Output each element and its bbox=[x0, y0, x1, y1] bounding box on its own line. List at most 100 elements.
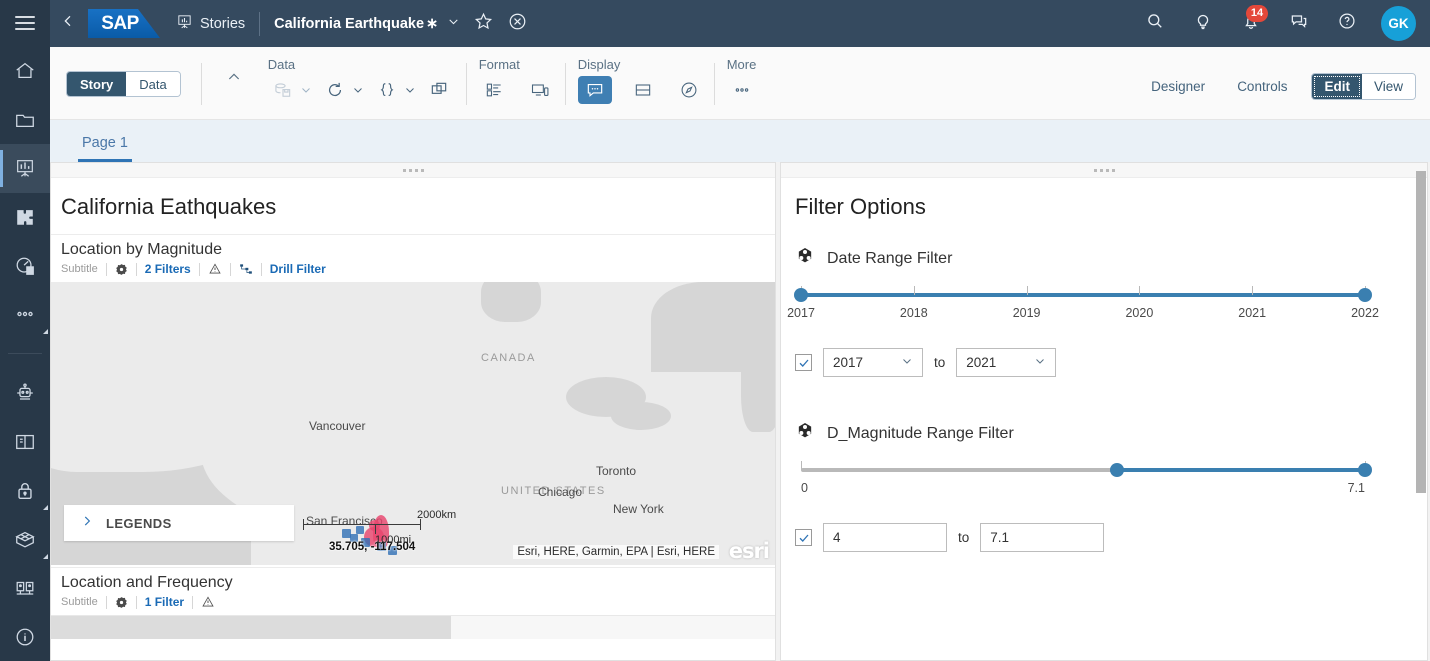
toolbar-divider-2 bbox=[466, 63, 467, 105]
split-view-icon[interactable] bbox=[628, 76, 658, 104]
more-actions-icon[interactable] bbox=[727, 76, 757, 104]
story-title-breadcrumb[interactable]: California Earthquake ∗ bbox=[274, 15, 460, 32]
magnitude-to-input[interactable]: 7.1 bbox=[980, 523, 1104, 552]
dimension-icon bbox=[795, 246, 815, 271]
presentation-board-icon bbox=[176, 13, 193, 34]
map-label-canada: CANADA bbox=[481, 352, 536, 364]
rail-item-content-library[interactable] bbox=[0, 418, 50, 467]
designer-button[interactable]: Designer bbox=[1135, 79, 1221, 94]
sap-logo[interactable]: SAP bbox=[88, 9, 160, 38]
comments-icon[interactable] bbox=[578, 76, 612, 104]
slider-handle-max[interactable] bbox=[1358, 288, 1372, 302]
meta-divider bbox=[230, 263, 231, 276]
back-button[interactable] bbox=[50, 13, 86, 34]
refresh-icon[interactable] bbox=[320, 76, 350, 104]
insights-button[interactable] bbox=[1179, 0, 1227, 47]
toolbar-group-format: Format bbox=[479, 47, 555, 104]
sap-logo-text: SAP bbox=[101, 13, 139, 35]
dimension-icon bbox=[795, 421, 815, 446]
collapse-toolbar-button[interactable] bbox=[220, 69, 248, 90]
mode-switch[interactable]: Story Data bbox=[66, 71, 181, 97]
edit-view-switch[interactable]: Edit View bbox=[1311, 73, 1416, 100]
open-book-icon bbox=[14, 431, 36, 453]
meta-divider bbox=[199, 263, 200, 276]
save-data-chevron-down-icon[interactable] bbox=[300, 84, 312, 96]
filter-date-range: Date Range Filter bbox=[795, 246, 1427, 377]
tab-page-1[interactable]: Page 1 bbox=[78, 135, 132, 162]
meta-divider bbox=[136, 596, 137, 609]
date-to-dropdown[interactable]: 2021 bbox=[956, 348, 1056, 377]
mode-story-button[interactable]: Story bbox=[67, 72, 126, 96]
meta-divider bbox=[261, 263, 262, 276]
warning-icon[interactable] bbox=[201, 595, 215, 609]
notifications-button[interactable]: 14 bbox=[1227, 0, 1275, 47]
hamburger-menu-icon[interactable] bbox=[0, 0, 50, 47]
magnitude-range-checkbox[interactable] bbox=[795, 529, 812, 546]
rail-item-more[interactable] bbox=[0, 290, 50, 339]
panel-drag-handle[interactable] bbox=[51, 163, 775, 178]
widget-settings-icon[interactable] bbox=[115, 596, 128, 609]
styling-panel-icon[interactable] bbox=[479, 76, 509, 104]
avatar[interactable]: GK bbox=[1381, 6, 1416, 41]
rail-item-stories[interactable] bbox=[0, 144, 50, 193]
robot-icon bbox=[14, 382, 36, 404]
slider-handle-min[interactable] bbox=[794, 288, 808, 302]
rail-item-security[interactable] bbox=[0, 466, 50, 515]
rail-item-analytic-applications[interactable] bbox=[0, 193, 50, 242]
drill-hierarchy-icon[interactable] bbox=[239, 262, 253, 276]
widget-filters-link[interactable]: 2 Filters bbox=[145, 262, 191, 276]
drill-filter-link[interactable]: Drill Filter bbox=[270, 262, 326, 276]
rail-item-system[interactable] bbox=[0, 564, 50, 613]
filter-panel-scrollbar[interactable] bbox=[1416, 171, 1426, 493]
rail-item-home[interactable] bbox=[0, 47, 50, 96]
panel-drag-handle[interactable] bbox=[781, 163, 1427, 178]
refresh-chevron-down-icon[interactable] bbox=[352, 84, 364, 96]
controls-button[interactable]: Controls bbox=[1221, 79, 1303, 94]
date-from-dropdown[interactable]: 2017 bbox=[823, 348, 923, 377]
stories-breadcrumb[interactable]: Stories bbox=[176, 13, 245, 34]
meta-divider bbox=[106, 263, 107, 276]
close-story-button[interactable] bbox=[507, 11, 528, 37]
help-icon bbox=[1337, 11, 1357, 36]
save-data-icon[interactable] bbox=[268, 76, 298, 104]
collaboration-button[interactable] bbox=[1275, 0, 1323, 47]
rail-item-deployment[interactable] bbox=[0, 515, 50, 564]
curly-braces-icon[interactable] bbox=[372, 76, 402, 104]
slider-tick bbox=[1027, 286, 1028, 295]
magnitude-from-input[interactable]: 4 bbox=[823, 523, 947, 552]
search-button[interactable] bbox=[1131, 0, 1179, 47]
edit-mode-button[interactable]: Edit bbox=[1312, 74, 1362, 99]
slider-track[interactable] bbox=[801, 293, 1365, 297]
data-point[interactable] bbox=[356, 526, 364, 534]
explorer-icon[interactable] bbox=[674, 76, 704, 104]
rail-item-files[interactable] bbox=[0, 95, 50, 144]
slider-handle-min[interactable] bbox=[1110, 463, 1124, 477]
slider-track[interactable] bbox=[801, 468, 1365, 472]
legends-toggle[interactable]: LEGENDS bbox=[64, 505, 294, 541]
widget-title: Location by Magnitude bbox=[61, 241, 775, 259]
chevron-down-icon[interactable] bbox=[447, 15, 460, 32]
magnitude-from-value: 4 bbox=[833, 530, 841, 545]
rail-item-predictive-scenarios[interactable] bbox=[0, 241, 50, 290]
braces-chevron-down-icon[interactable] bbox=[404, 84, 416, 96]
mode-data-button[interactable]: Data bbox=[126, 72, 179, 96]
widget-settings-icon[interactable] bbox=[115, 263, 128, 276]
search-icon bbox=[1145, 11, 1165, 36]
filter-panel-body: Filter Options Date Range Filter bbox=[781, 178, 1427, 552]
map-widget[interactable]: CANADA UNITED STATES Vancouver Toronto C… bbox=[51, 282, 775, 565]
responsive-layout-icon[interactable] bbox=[525, 76, 555, 104]
rail-item-about[interactable] bbox=[0, 612, 50, 661]
date-range-checkbox[interactable] bbox=[795, 354, 812, 371]
toolbar-group-display: Display bbox=[578, 47, 704, 104]
view-mode-button[interactable]: View bbox=[1362, 74, 1415, 99]
magnitude-range-slider[interactable]: 0 7.1 bbox=[801, 468, 1365, 501]
slider-handle-max[interactable] bbox=[1358, 463, 1372, 477]
help-button[interactable] bbox=[1323, 0, 1371, 47]
widget-filters-link[interactable]: 1 Filter bbox=[145, 595, 184, 609]
rail-item-machine-learning[interactable] bbox=[0, 369, 50, 418]
warning-icon[interactable] bbox=[208, 262, 222, 276]
date-range-slider[interactable]: 2017 2018 2019 2020 2021 2022 bbox=[801, 293, 1365, 326]
favorite-button[interactable] bbox=[473, 11, 494, 37]
duplicate-icon[interactable] bbox=[424, 76, 454, 104]
filter-label: Date Range Filter bbox=[827, 250, 952, 268]
